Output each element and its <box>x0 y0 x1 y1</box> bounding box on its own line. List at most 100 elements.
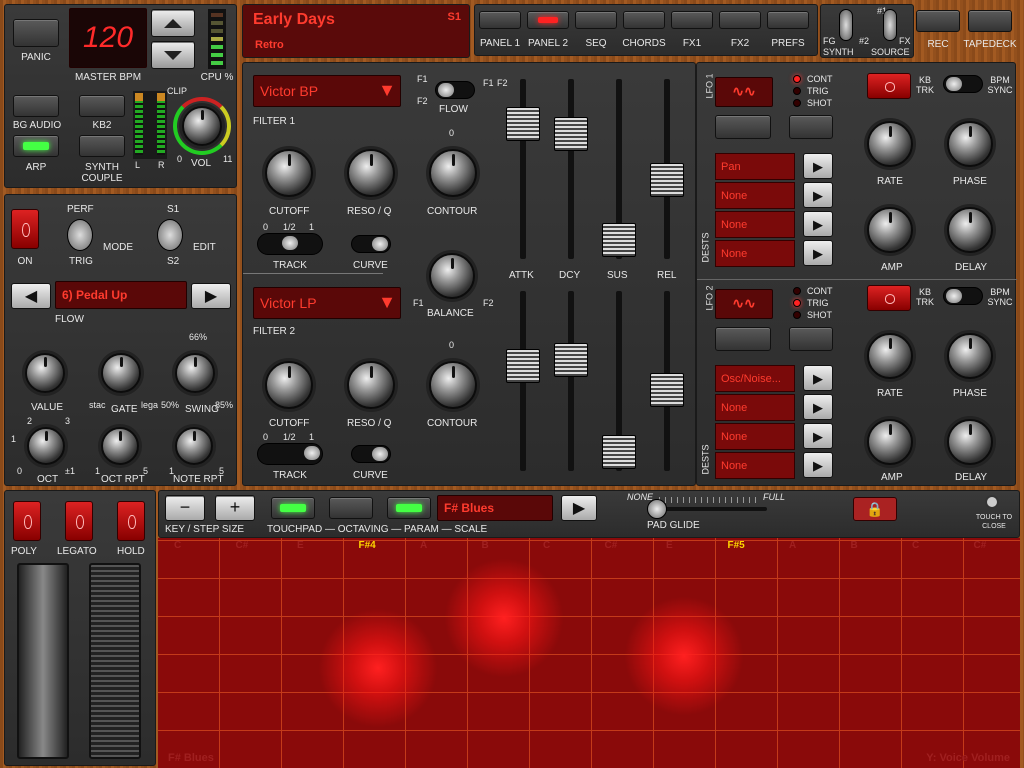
filter1-reso-knob[interactable] <box>347 149 395 197</box>
env2-sus-fader[interactable] <box>602 435 636 469</box>
env1-dcy-fader[interactable] <box>554 117 588 151</box>
lfo1-rate-knob[interactable] <box>867 121 913 167</box>
value-knob[interactable] <box>25 353 65 393</box>
filter1-curve-toggle[interactable] <box>351 235 391 253</box>
power-icon[interactable] <box>985 495 999 509</box>
scale-next-button[interactable]: ▶ <box>561 495 597 521</box>
lfo1-dest-arrow-button[interactable]: ▶ <box>803 182 833 208</box>
legato-switch[interactable] <box>65 501 93 541</box>
lfo2-dest-slot[interactable]: Osc/Noise... <box>715 365 795 392</box>
pad-glide-slider[interactable] <box>647 499 667 519</box>
edit-toggle-switch[interactable] <box>157 219 183 251</box>
octaving-button[interactable] <box>329 497 373 519</box>
arp-button[interactable] <box>13 135 59 157</box>
bpm-up-button[interactable] <box>151 9 195 37</box>
param-button[interactable] <box>387 497 431 519</box>
tab-panel-2[interactable] <box>527 11 569 29</box>
note-rpt-knob[interactable] <box>175 427 213 465</box>
mod-wheel[interactable] <box>89 563 141 759</box>
lfo2-delay-knob[interactable] <box>947 419 993 465</box>
pattern-display[interactable]: 6) Pedal Up <box>55 281 187 309</box>
lfo1-kbtrk-switch[interactable] <box>867 73 911 99</box>
lfo2-mode-button[interactable] <box>789 327 833 351</box>
lfo1-dest-arrow-button[interactable]: ▶ <box>803 153 833 179</box>
filter2-curve-toggle[interactable] <box>351 445 391 463</box>
bg-audio-button[interactable] <box>13 95 59 117</box>
filter2-type-select[interactable]: Victor LP ▼ <box>253 287 401 319</box>
lfo1-dest-arrow-button[interactable]: ▶ <box>803 240 833 266</box>
tab-panel-1[interactable] <box>479 11 521 29</box>
lfo2-amp-knob[interactable] <box>867 419 913 465</box>
tab-fx1[interactable] <box>671 11 713 29</box>
filter2-cutoff-knob[interactable] <box>265 361 313 409</box>
lfo1-wave-button[interactable] <box>715 115 771 139</box>
filter1-cutoff-knob[interactable] <box>265 149 313 197</box>
lfo1-amp-knob[interactable] <box>867 207 913 253</box>
tab-fx2[interactable] <box>719 11 761 29</box>
filter2-track-slider[interactable] <box>257 443 323 465</box>
pitch-wheel[interactable] <box>17 563 69 759</box>
filter2-reso-knob[interactable] <box>347 361 395 409</box>
lfo1-delay-knob[interactable] <box>947 207 993 253</box>
arp-on-switch[interactable] <box>11 209 39 249</box>
tab-chords[interactable] <box>623 11 665 29</box>
flow-toggle[interactable] <box>435 81 475 99</box>
volume-knob[interactable] <box>182 106 222 146</box>
scale-display[interactable]: F# Blues <box>437 495 553 521</box>
key-step-plus-button[interactable]: + <box>215 495 255 521</box>
lfo2-wave-button[interactable] <box>715 327 771 351</box>
filter1-type-select[interactable]: Victor BP ▼ <box>253 75 401 107</box>
lock-button[interactable]: 🔒 <box>853 497 897 521</box>
touchpad-button[interactable] <box>271 497 315 519</box>
synth-couple-button[interactable] <box>79 135 125 157</box>
lfo2-dest-arrow-button[interactable]: ▶ <box>803 394 833 420</box>
env2-attk-fader[interactable] <box>506 349 540 383</box>
lfo2-dest-slot[interactable]: None <box>715 394 795 421</box>
bpm-down-button[interactable] <box>151 41 195 69</box>
key-step-minus-button[interactable]: − <box>165 495 205 521</box>
pattern-next-button[interactable]: ▶ <box>191 283 231 309</box>
panic-button[interactable] <box>13 19 59 47</box>
lfo2-dest-slot[interactable]: None <box>715 452 795 479</box>
source-fx-switch[interactable] <box>883 9 897 41</box>
pattern-prev-button[interactable]: ◀ <box>11 283 51 309</box>
env1-rel-fader[interactable] <box>650 163 684 197</box>
lfo1-wave-display[interactable]: ∿∿ <box>715 77 773 107</box>
env1-sus-fader[interactable] <box>602 223 636 257</box>
lfo1-bpm-sync-toggle[interactable] <box>943 75 983 93</box>
balance-knob[interactable] <box>429 253 475 299</box>
lfo1-mode-button[interactable] <box>789 115 833 139</box>
poly-switch[interactable] <box>13 501 41 541</box>
lfo2-dest-arrow-button[interactable]: ▶ <box>803 452 833 478</box>
lfo1-phase-knob[interactable] <box>947 121 993 167</box>
tab-seq[interactable] <box>575 11 617 29</box>
filter2-contour-knob[interactable] <box>429 361 477 409</box>
lfo2-dest-arrow-button[interactable]: ▶ <box>803 423 833 449</box>
swing-knob[interactable] <box>175 353 215 393</box>
lfo2-wave-display[interactable]: ∿∿ <box>715 289 773 319</box>
touchpad[interactable]: F# Blues Y: Voice Volume <box>158 538 1020 768</box>
oct-knob[interactable] <box>27 427 65 465</box>
lfo1-dest-slot[interactable]: None <box>715 182 795 209</box>
lfo1-dest-slot[interactable]: None <box>715 211 795 238</box>
gate-knob[interactable] <box>101 353 141 393</box>
lfo2-rate-knob[interactable] <box>867 333 913 379</box>
rec-button[interactable] <box>916 10 960 32</box>
lfo2-kbtrk-switch[interactable] <box>867 285 911 311</box>
kb2-button[interactable] <box>79 95 125 117</box>
bpm-display[interactable]: 120 <box>69 8 147 68</box>
hold-switch[interactable] <box>117 501 145 541</box>
env2-rel-fader[interactable] <box>650 373 684 407</box>
filter1-track-slider[interactable] <box>257 233 323 255</box>
lfo1-dest-slot[interactable]: Pan <box>715 153 795 180</box>
filter1-contour-knob[interactable] <box>429 149 477 197</box>
lfo1-dest-arrow-button[interactable]: ▶ <box>803 211 833 237</box>
tapedeck-button[interactable] <box>968 10 1012 32</box>
lfo1-dest-slot[interactable]: None <box>715 240 795 267</box>
env1-attk-fader[interactable] <box>506 107 540 141</box>
synth-fg-switch[interactable] <box>839 9 853 41</box>
lfo2-phase-knob[interactable] <box>947 333 993 379</box>
preset-name[interactable]: Early Days <box>253 11 335 29</box>
tab-prefs[interactable] <box>767 11 809 29</box>
mode-toggle-switch[interactable] <box>67 219 93 251</box>
